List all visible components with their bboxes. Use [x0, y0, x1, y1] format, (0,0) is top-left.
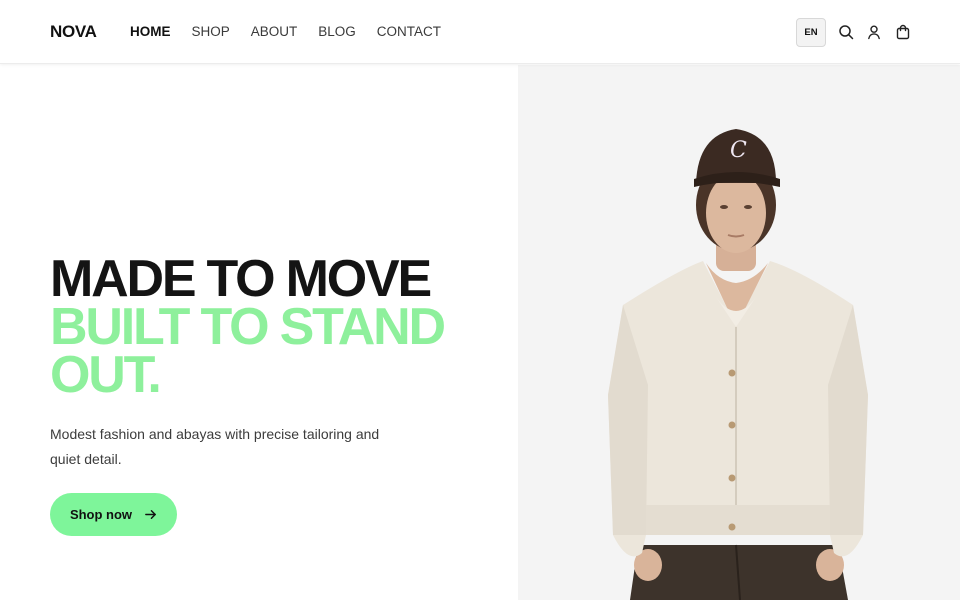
nav-item-blog[interactable]: BLOG [318, 24, 356, 39]
headline-line-3: OUT. [50, 346, 162, 404]
search-button[interactable] [837, 23, 855, 41]
language-button[interactable]: EN [796, 18, 826, 47]
model-photo: C [608, 129, 868, 600]
shop-now-label: Shop now [69, 507, 133, 522]
cart-icon [896, 24, 910, 40]
brand-logo[interactable]: NOVA [50, 22, 97, 42]
main-nav: HOME SHOP ABOUT BLOG CONTACT [130, 24, 441, 39]
site-header: NOVA HOME SHOP ABOUT BLOG CONTACT EN [0, 0, 960, 64]
headline-line-2: BUILT TO STAND [50, 298, 446, 356]
nav-item-home[interactable]: HOME [130, 24, 171, 39]
arrow-right-icon [145, 510, 156, 519]
nav-item-shop[interactable]: SHOP [192, 24, 230, 39]
hero-image-panel: C [518, 65, 960, 600]
nav-item-contact[interactable]: CONTACT [377, 24, 441, 39]
hero-subtext: Modest fashion and abayas with precise t… [50, 426, 380, 467]
svg-text:C: C [730, 138, 747, 163]
nav-item-about[interactable]: ABOUT [251, 24, 298, 39]
account-button[interactable] [865, 23, 883, 41]
cart-button[interactable] [894, 23, 912, 41]
hero-headline: MADE TO MOVE BUILT TO STAND OUT. [50, 250, 490, 404]
headline-line-1: MADE TO MOVE [50, 250, 432, 308]
user-icon [868, 25, 880, 40]
search-icon [839, 25, 854, 40]
shop-now-button[interactable]: Shop now [50, 493, 177, 536]
